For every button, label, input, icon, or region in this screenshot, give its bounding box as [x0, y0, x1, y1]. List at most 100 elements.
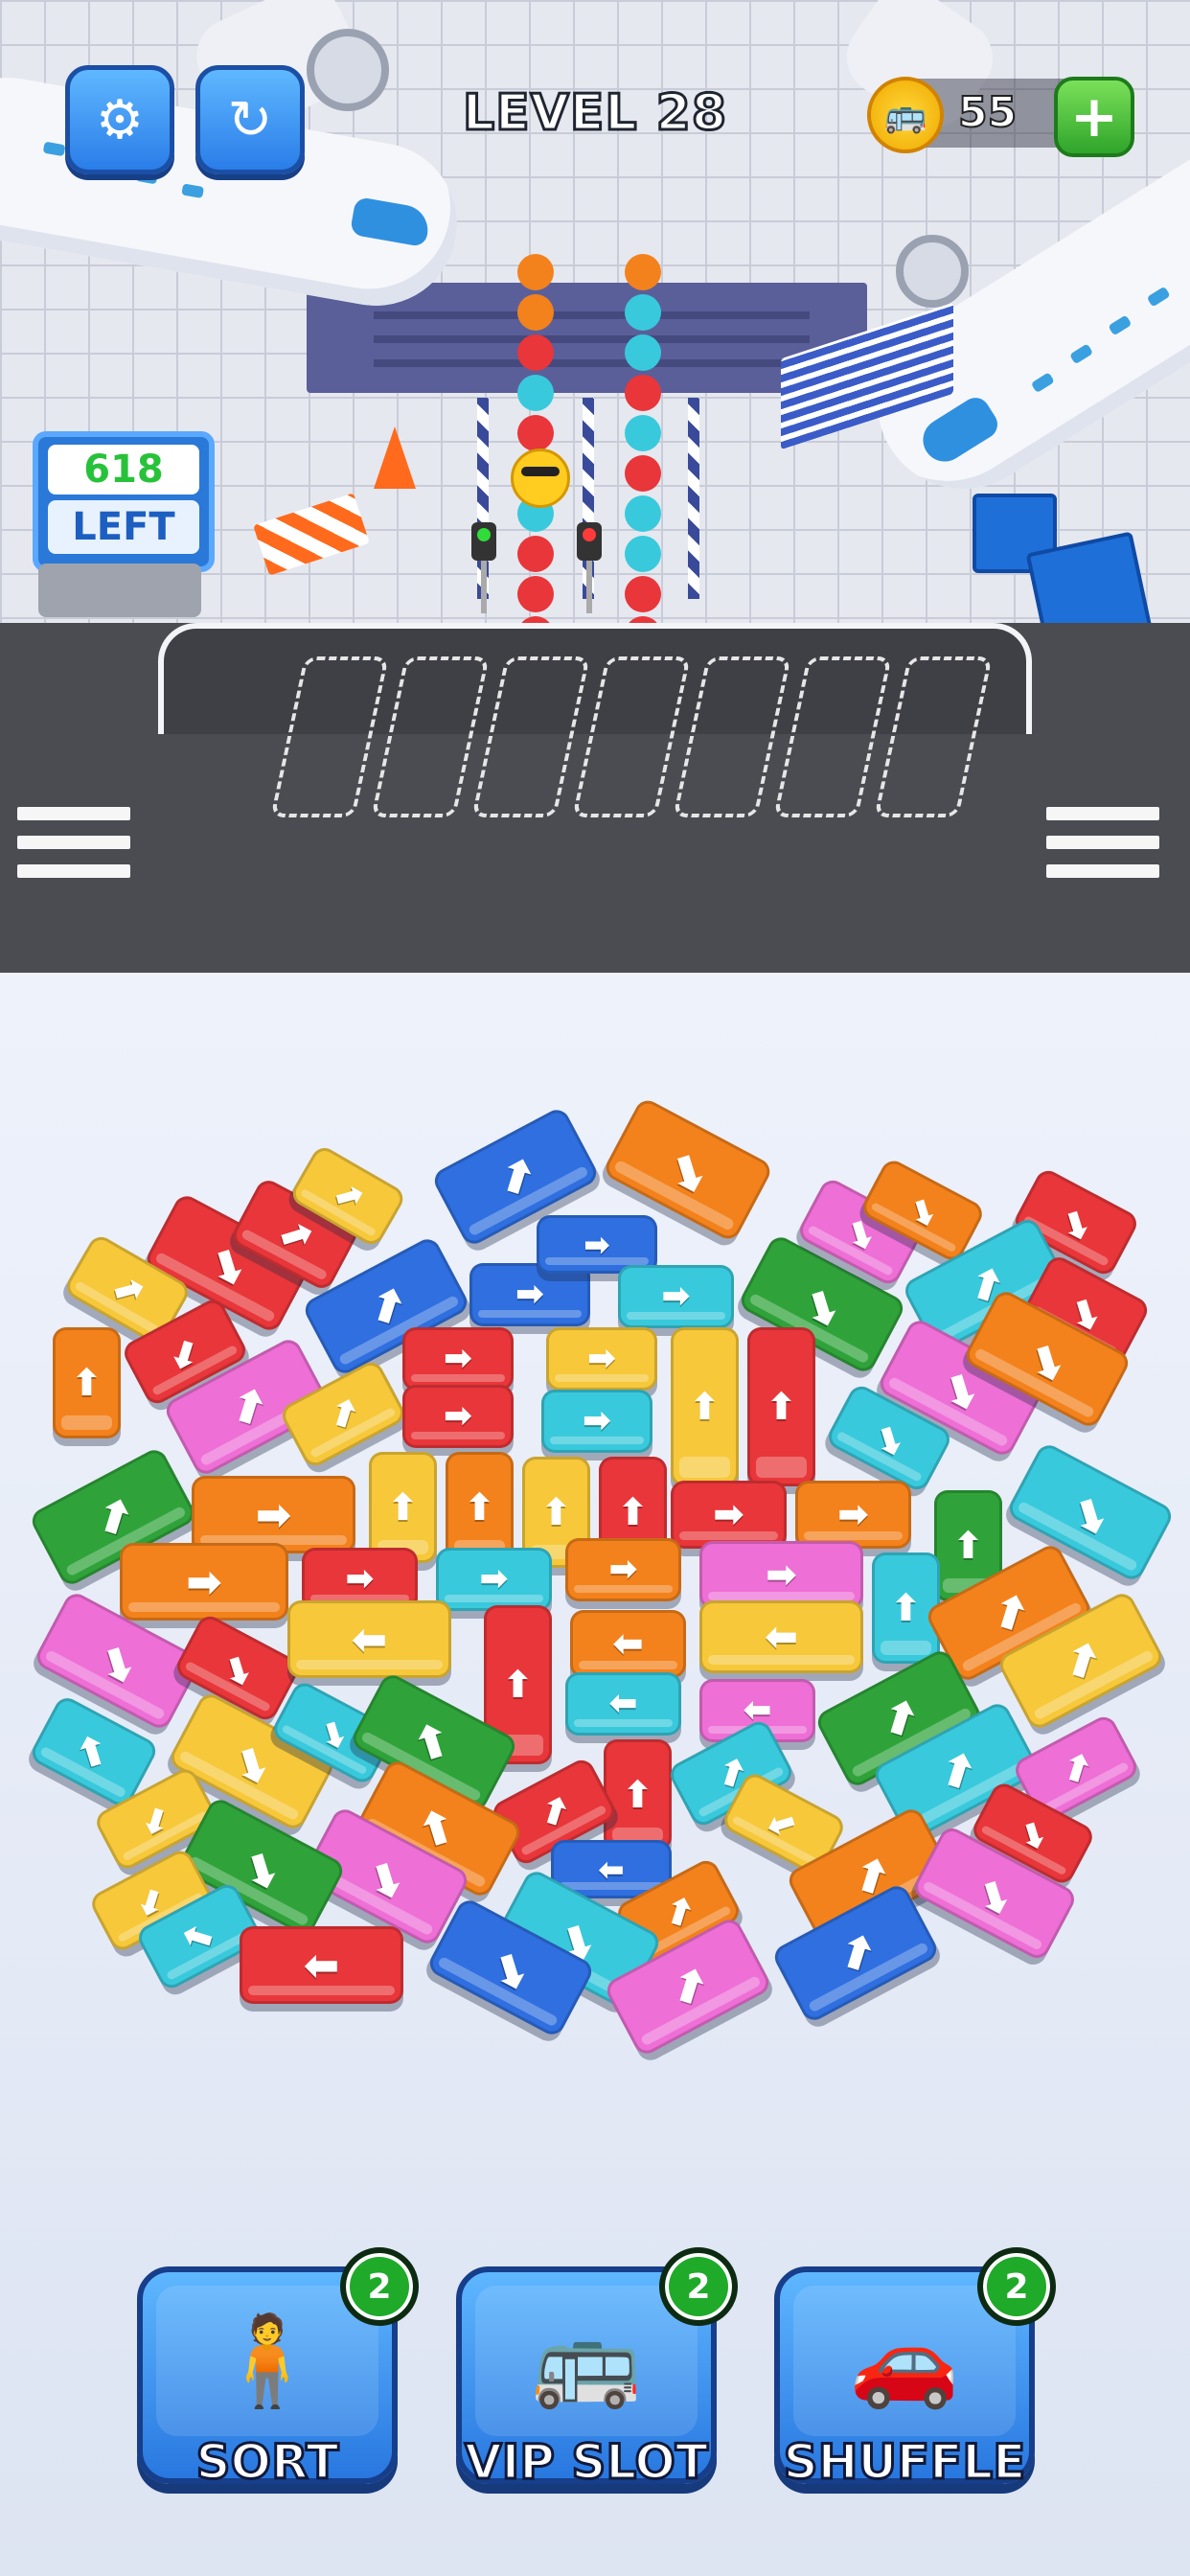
- vehicle-cyan[interactable]: ⬅: [565, 1672, 681, 1736]
- arrow-icon: ⬅: [612, 1622, 644, 1666]
- arrow-icon: ➡: [582, 1401, 612, 1440]
- vehicle-red[interactable]: ➡: [402, 1385, 514, 1448]
- arrow-icon: ⬊: [1018, 1325, 1077, 1392]
- arrow-icon: ⬅: [303, 1940, 340, 1990]
- vehicle-orange[interactable]: ➡: [795, 1481, 911, 1549]
- vehicle-orange[interactable]: ➡: [565, 1538, 681, 1601]
- vehicle-orange[interactable]: ➡: [192, 1476, 355, 1553]
- arrow-icon: ⬆: [464, 1485, 495, 1530]
- arrow-icon: ➡: [443, 1396, 473, 1436]
- arrow-icon: ⬆: [540, 1490, 572, 1534]
- arrow-icon: ⬊: [1011, 1808, 1056, 1857]
- arrow-icon: ⬊: [792, 1271, 852, 1338]
- vehicle-yellow[interactable]: ⬆: [671, 1327, 739, 1486]
- vehicle-orange[interactable]: ➡: [120, 1543, 288, 1621]
- traffic-light-red: [577, 522, 602, 561]
- add-coins-button[interactable]: +: [1054, 77, 1134, 157]
- arrow-icon: ➡: [479, 1559, 509, 1598]
- arrow-icon: ⬈: [658, 1953, 718, 2020]
- vip-bus-icon: 🚌: [531, 2309, 642, 2412]
- passengers-left-sign: 618 LEFT: [33, 431, 215, 572]
- arrow-icon: ⬉: [175, 1909, 223, 1964]
- vehicle-red[interactable]: ➡: [671, 1481, 787, 1549]
- vip-slot-booster-count: 2: [659, 2247, 738, 2326]
- arrow-icon: ⬈: [103, 1262, 152, 1317]
- arrow-icon: ⬋: [133, 1794, 178, 1843]
- arrow-icon: ⬈: [356, 1273, 416, 1340]
- arrow-icon: ⬅: [608, 1684, 638, 1723]
- plus-icon: +: [1069, 83, 1119, 150]
- arrow-icon: ⬈: [869, 1685, 928, 1752]
- arrow-icon: ➡: [713, 1493, 744, 1536]
- arrow-icon: ⬈: [1051, 1627, 1110, 1694]
- arrow-icon: ⬈: [83, 1484, 143, 1551]
- arrow-icon: ⬊: [232, 1833, 291, 1900]
- arrow-icon: ⬅: [598, 1851, 625, 1888]
- arrow-icon: ⬈: [654, 1885, 702, 1940]
- arrow-icon: ⬈: [319, 1387, 367, 1441]
- arrow-icon: ⬈: [325, 1171, 371, 1220]
- vehicle-cyan[interactable]: ➡: [618, 1265, 734, 1328]
- arrow-icon: ⬈: [217, 1373, 277, 1440]
- arrow-icon: ⬆: [71, 1361, 103, 1405]
- arrow-icon: ➡: [608, 1550, 638, 1589]
- vehicle-yellow[interactable]: ⬆: [369, 1452, 437, 1563]
- road-exit-left: [17, 807, 130, 893]
- arrow-icon: ⬆: [502, 1663, 534, 1707]
- arrow-icon: ➡: [584, 1226, 610, 1263]
- coin-count: 55: [957, 87, 1018, 138]
- arrow-icon: ⬊: [481, 1934, 540, 2001]
- arrow-icon: ⬊: [656, 1135, 720, 1205]
- vehicle-orange[interactable]: ⬆: [446, 1452, 514, 1563]
- arrow-icon: ⬈: [530, 1784, 578, 1839]
- road-exit-right: [1046, 807, 1159, 893]
- arrow-icon: ⬊: [222, 1728, 282, 1795]
- sign-base: [38, 564, 201, 617]
- arrow-icon: ⬆: [766, 1385, 797, 1429]
- arrow-icon: ⬆: [622, 1773, 653, 1817]
- arrow-icon: ➡: [443, 1339, 473, 1378]
- sort-booster-count: 2: [340, 2247, 419, 2326]
- vehicle-red[interactable]: ⬆: [747, 1327, 815, 1486]
- arrow-icon: ⬊: [88, 1627, 148, 1694]
- shuffle-booster-count: 2: [977, 2247, 1056, 2326]
- arrow-icon: ➡: [186, 1556, 222, 1607]
- arrow-icon: ➡: [837, 1493, 869, 1536]
- arrow-icon: ⬊: [356, 1843, 416, 1910]
- vehicle-cyan[interactable]: ➡: [541, 1390, 652, 1453]
- shuffle-booster-label: SHUFFLE: [782, 2433, 1027, 2492]
- arrow-icon: ⬋: [762, 1799, 807, 1848]
- vehicle-orange[interactable]: ⬆: [53, 1327, 121, 1438]
- vehicle-red[interactable]: ⬅: [240, 1926, 403, 2004]
- vehicle-yellow[interactable]: ⬅: [699, 1600, 863, 1673]
- vehicle-yellow[interactable]: ⬅: [287, 1600, 451, 1678]
- vehicle-red[interactable]: ➡: [402, 1327, 514, 1391]
- sort-person-icon: 🧍: [212, 2309, 323, 2412]
- vehicle-pink[interactable]: ➡: [699, 1541, 863, 1609]
- arrow-icon: ⬊: [901, 1185, 946, 1234]
- passengers-left-count: 618: [48, 445, 199, 494]
- vehicle-cyan[interactable]: ⬆: [872, 1552, 940, 1664]
- arrow-icon: ⬊: [865, 1411, 913, 1465]
- vip-slot-booster-label: VIP SLOT: [463, 2433, 709, 2492]
- arrow-icon: ➡: [515, 1275, 545, 1314]
- arrow-icon: ⬆: [387, 1485, 419, 1530]
- arrow-icon: ➡: [255, 1489, 292, 1540]
- vehicle-red[interactable]: ⬆: [604, 1739, 672, 1851]
- traffic-cone: [374, 426, 416, 489]
- arrow-icon: ⬈: [1052, 1741, 1100, 1796]
- passengers-left-label: LEFT: [48, 500, 199, 554]
- arrow-icon: ⬅: [764, 1613, 799, 1660]
- coin-icon: 🚌: [867, 77, 944, 153]
- arrow-icon: ⬈: [269, 1205, 322, 1263]
- sunglasses-emoji-icon: [511, 448, 570, 508]
- arrow-icon: ⬊: [214, 1641, 262, 1695]
- arrow-icon: ⬆: [952, 1524, 984, 1568]
- traffic-light-green: [471, 522, 496, 561]
- arrow-icon: ⬊: [966, 1862, 1023, 1924]
- vehicle-orange[interactable]: ⬅: [570, 1610, 686, 1678]
- arrow-icon: ➡: [766, 1553, 797, 1597]
- arrow-icon: ➡: [345, 1559, 375, 1598]
- vehicle-yellow[interactable]: ➡: [546, 1327, 657, 1391]
- vehicle-cyan[interactable]: ➡: [436, 1548, 552, 1611]
